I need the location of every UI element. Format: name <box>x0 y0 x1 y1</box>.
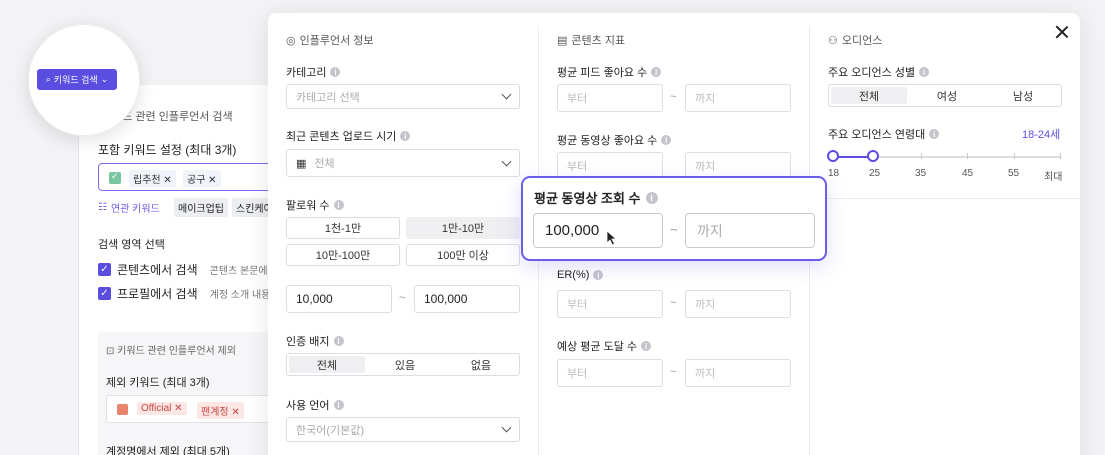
keyword-chip[interactable]: 공구 ✕ <box>183 170 221 187</box>
age-min-handle[interactable] <box>827 150 839 162</box>
info-icon: i <box>333 400 344 410</box>
gender-option[interactable]: 남성 <box>985 85 1061 106</box>
age-tick-label: 18 <box>828 168 840 179</box>
badge-label: 인증 배지 i <box>286 333 344 349</box>
age-max-handle[interactable] <box>867 150 879 162</box>
exclude-title: ⊡ 키워드 관련 인플루언서 제외 <box>106 346 236 357</box>
gender-label: 주요 오디언스 성별 i <box>828 64 930 80</box>
info-icon: i <box>929 129 940 139</box>
chevron-down-icon <box>501 422 512 433</box>
info-icon: i <box>919 67 930 77</box>
profile-search-checkbox[interactable]: ✓ 프로필에서 검색 계정 소개 내용 <box>98 285 270 302</box>
slider-tick <box>967 153 968 159</box>
slider-tick <box>1014 153 1015 159</box>
chevron-down-icon <box>501 89 512 100</box>
badge-option[interactable]: 전체 <box>289 356 365 373</box>
age-tick-label: 45 <box>962 168 974 179</box>
info-icon: i <box>333 200 344 210</box>
badge-option[interactable]: 있음 <box>367 354 443 375</box>
follower-min-input[interactable]: 10,000 <box>286 285 392 313</box>
keyword-search-button[interactable]: ⌕ 키워드 검색 ⌄ <box>37 69 117 90</box>
checkbox-icon <box>109 171 121 184</box>
er-max[interactable]: 까지 <box>685 290 791 318</box>
close-icon[interactable] <box>1055 25 1069 39</box>
clipboard-icon: ▤ <box>557 34 568 47</box>
search-area-label: 검색 영역 선택 <box>98 239 165 251</box>
age-value: 18-24세 <box>1022 129 1061 141</box>
mouse-cursor-icon <box>606 230 618 246</box>
language-label: 사용 언어 i <box>286 397 344 413</box>
follower-range-4[interactable]: 100만 이상 <box>406 244 520 266</box>
influencer-header: ◎ 인플루언서 정보 <box>286 34 374 48</box>
feed-like-label: 평균 피드 좋아요 수i <box>557 64 662 80</box>
age-tick-label: 55 <box>1008 168 1020 179</box>
info-icon: i <box>333 336 344 346</box>
gender-option[interactable]: 여성 <box>909 85 985 106</box>
age-label: 주요 오디언스 연령대 i <box>828 126 940 142</box>
age-tick-label: 최대 <box>1044 172 1063 183</box>
age-tick-label: 25 <box>869 168 881 179</box>
followers-label: 팔로워 수i <box>286 197 344 213</box>
follower-range-3[interactable]: 10만-100만 <box>286 244 400 266</box>
video-like-label: 평균 동영상 좋아요 수i <box>557 132 672 148</box>
slider-tick <box>1060 153 1061 159</box>
reach-min[interactable]: 부터 <box>557 359 663 387</box>
info-icon: i <box>661 135 672 145</box>
upload-label: 최근 콘텐츠 업로드 시기 i <box>286 128 411 144</box>
info-icon: i <box>400 131 411 141</box>
badge-option[interactable]: 없음 <box>443 354 519 375</box>
video-view-min-input[interactable]: 100,000 <box>533 213 663 248</box>
video-view-max-input[interactable]: 까지 <box>685 213 815 248</box>
search-icon: ⌕ <box>45 74 51 84</box>
calendar-icon: ▦ <box>296 157 307 170</box>
gender-segment[interactable]: 전체 여성 남성 <box>828 84 1062 107</box>
follower-range-2[interactable]: 1만-10만 <box>406 217 520 239</box>
reach-max[interactable]: 까지 <box>685 359 791 387</box>
er-label: ER(%) i <box>557 269 604 281</box>
info-icon: i <box>330 67 341 77</box>
reach-label: 예상 평균 도달 수i <box>557 338 652 354</box>
chevron-down-icon <box>501 156 512 167</box>
check-icon: ✓ <box>98 287 111 300</box>
related-keywords: ☷ 연관 키워드 <box>98 202 160 215</box>
range-tilde: ~ <box>399 292 406 304</box>
info-icon: i <box>641 341 652 351</box>
exclude-chip[interactable]: Official ✕ <box>137 402 187 415</box>
follower-range-1[interactable]: 1천-1만 <box>286 217 400 239</box>
metrics-header: ▤ 콘텐츠 지표 <box>557 34 626 48</box>
feed-like-max[interactable]: 까지 <box>685 84 791 112</box>
info-icon: i <box>645 191 658 204</box>
exclude-chip[interactable]: 팬계정 ✕ <box>197 402 244 419</box>
category-label: 카테고리 i <box>286 64 341 80</box>
info-icon: i <box>651 67 662 77</box>
chevron-down-icon: ⌄ <box>100 74 109 84</box>
person-icon: ⚇ <box>828 34 838 47</box>
check-icon: ✓ <box>98 263 111 276</box>
keyword-chip[interactable]: 립추천 ✕ <box>129 170 176 187</box>
user-circle-icon: ◎ <box>286 34 296 47</box>
video-view-label: 평균 동영상 조회 수i <box>534 188 658 207</box>
category-select[interactable]: 카테고리 선택 <box>286 84 520 109</box>
exclude-keyword-label: 제외 키워드 (최대 3개) <box>106 377 210 389</box>
calendar-icon: ☷ <box>98 202 107 213</box>
divider <box>808 198 1080 199</box>
content-search-checkbox[interactable]: ✓ 콘텐츠에서 검색 콘텐츠 본문에 <box>98 261 268 278</box>
include-keyword-label: 포함 키워드 설정 (최대 3개) <box>98 143 237 157</box>
minus-icon <box>117 404 128 415</box>
follower-max-input[interactable]: 100,000 <box>414 285 520 313</box>
account-exclude-label: 계정명에서 제외 (최대 5개) <box>106 446 230 455</box>
info-icon: i <box>593 270 604 280</box>
feed-like-min[interactable]: 부터 <box>557 84 663 112</box>
language-select[interactable]: 한국어(기본값) <box>286 417 520 442</box>
er-min[interactable]: 부터 <box>557 290 663 318</box>
related-chip[interactable]: 메이크업팁 <box>174 198 228 217</box>
audience-header: ⚇ 오디언스 <box>828 34 883 48</box>
slider-tick <box>921 153 922 159</box>
badge-segment[interactable]: 전체 있음 없음 <box>286 353 520 376</box>
age-tick-label: 35 <box>915 168 927 179</box>
upload-select[interactable]: ▦ 전체 <box>286 149 520 177</box>
gender-option[interactable]: 전체 <box>831 87 907 104</box>
